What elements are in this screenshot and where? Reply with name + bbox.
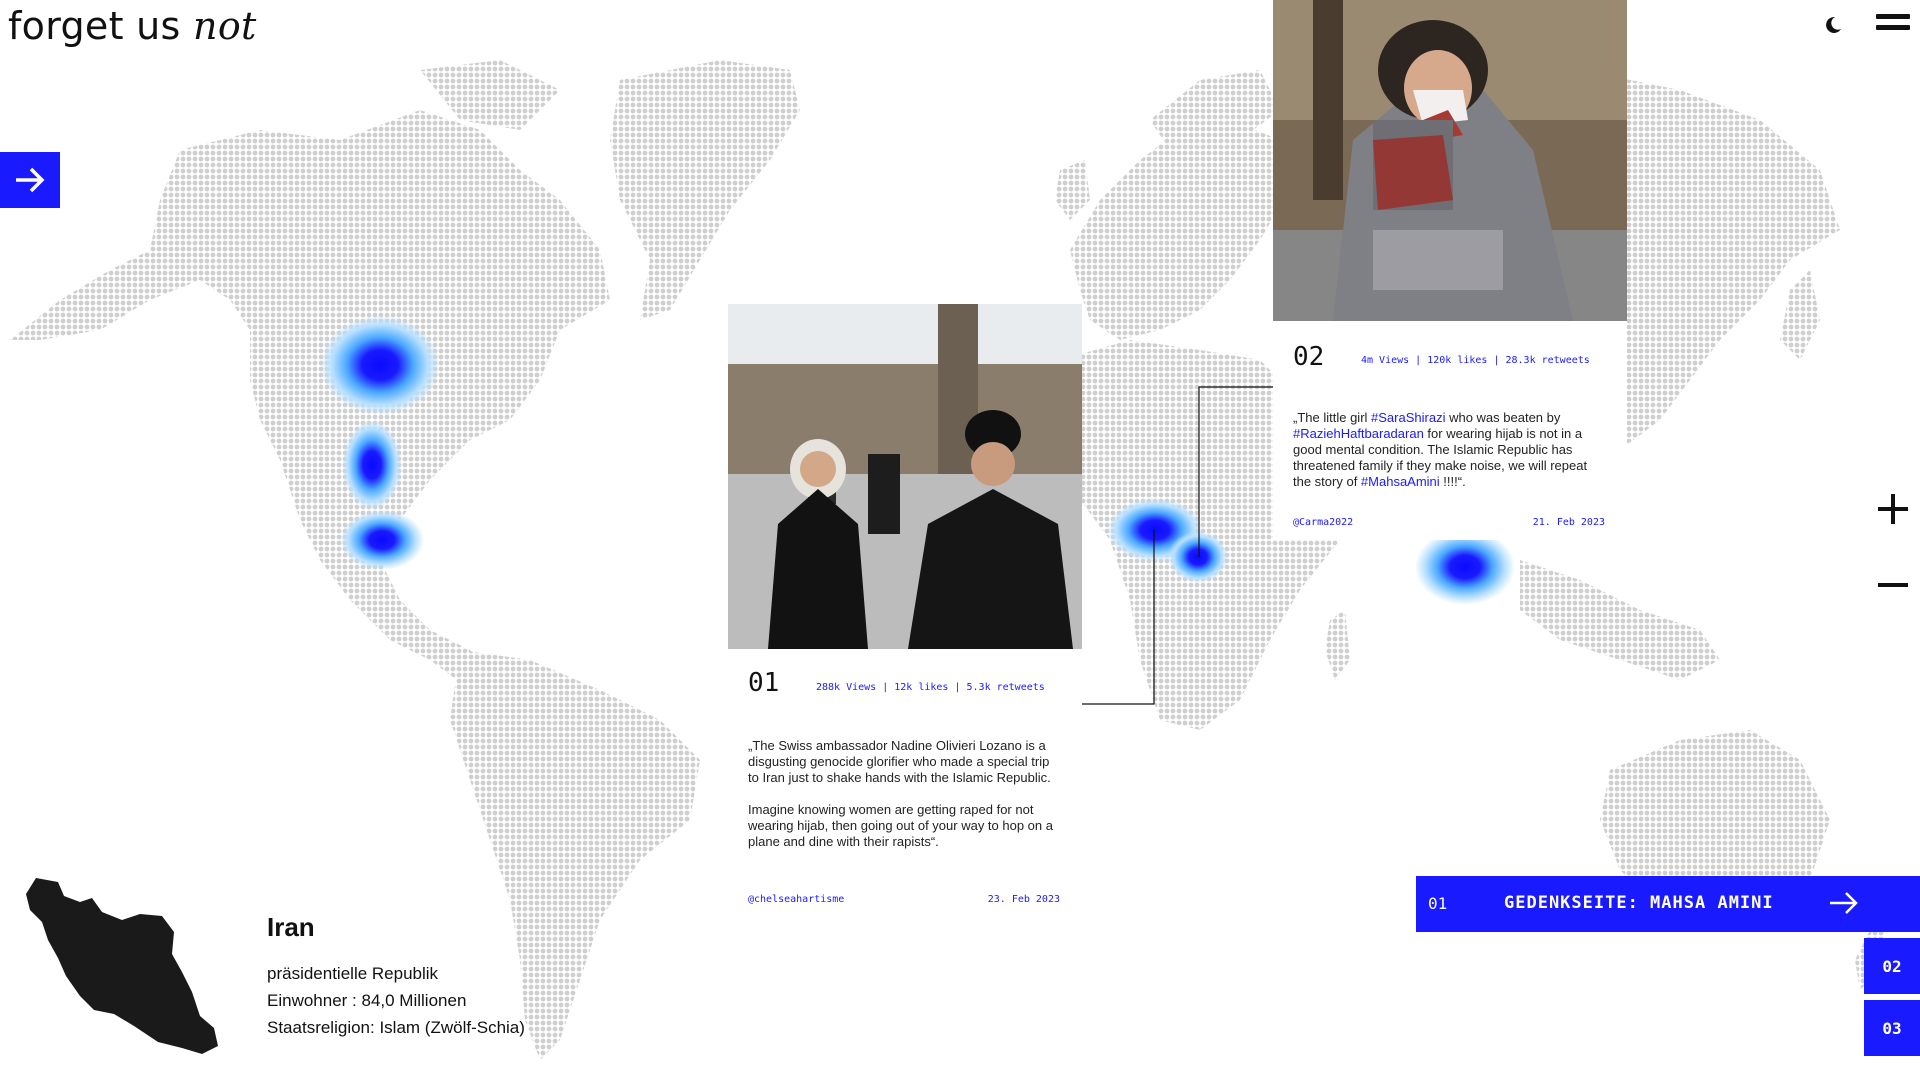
post-quote-text: !!!!“. <box>1439 474 1466 489</box>
hashtag-link[interactable]: #MahsaAmini <box>1361 474 1440 489</box>
arrow-right-icon <box>1830 892 1858 914</box>
post-quote-text: who was beaten by <box>1445 410 1561 425</box>
post-number: 01 <box>748 668 780 698</box>
post-quote: „The Swiss ambassador Nadine Olivieri Lo… <box>748 738 1060 850</box>
post-quote: „The little girl #SaraShirazi who was be… <box>1293 410 1607 490</box>
heat-spot-iran <box>1168 531 1228 583</box>
next-button[interactable] <box>0 152 60 208</box>
continent-greenland <box>610 60 800 320</box>
menu-bar <box>1876 25 1910 30</box>
zoom-out-button[interactable] <box>1874 566 1912 604</box>
post-photo-02 <box>1273 0 1627 321</box>
post-handle-link[interactable]: @chelseahartisme <box>748 894 844 905</box>
country-religion: Staatsreligion: Islam (Zwölf-Schia) <box>267 1018 525 1037</box>
logo-italic-text: not <box>193 4 257 48</box>
heat-spot-us-north <box>342 420 402 510</box>
post-stats: 4m Views | 120k likes | 28.3k retweets <box>1361 355 1590 366</box>
hashtag-link[interactable]: #RaziehHaftbaradaran <box>1293 426 1424 441</box>
post-date: 23. Feb 2023 <box>987 894 1060 905</box>
post-handle-link[interactable]: @Carma2022 <box>1293 517 1353 528</box>
post-date: 21. Feb 2023 <box>1532 517 1605 528</box>
post-quote-text: „The little girl <box>1293 410 1372 425</box>
post-card-01[interactable]: 01 288k Views | 12k likes | 5.3k retweet… <box>728 304 1082 916</box>
zoom-in-button[interactable] <box>1874 490 1912 528</box>
continent-south-america <box>450 650 700 1060</box>
memorial-label: GEDENKSEITE: MAHSA AMINI <box>1504 893 1774 913</box>
country-population: Einwohner : 84,0 Millionen <box>267 991 467 1010</box>
heat-spot-us-south <box>340 510 424 570</box>
continent-north-america <box>10 110 610 690</box>
post-quote-paragraph: Imagine knowing women are getting raped … <box>748 802 1053 849</box>
menu-bar <box>1876 14 1910 19</box>
memorial-link-02[interactable]: 02 <box>1864 938 1920 994</box>
country-government: präsidentielle Republik <box>267 964 439 983</box>
logo-text: forget us <box>8 4 181 48</box>
plus-icon <box>1878 494 1908 524</box>
post-quote-paragraph: „The Swiss ambassador Nadine Olivieri Lo… <box>748 738 1051 785</box>
menu-icon[interactable] <box>1876 14 1910 38</box>
post-card-02[interactable]: 02 4m Views | 120k likes | 28.3k retweet… <box>1273 0 1627 540</box>
memorial-link-03[interactable]: 03 <box>1864 1000 1920 1056</box>
heat-spot-canada <box>320 315 440 415</box>
country-name: Iran <box>267 912 315 942</box>
heat-spot-china <box>1415 529 1515 605</box>
hashtag-link[interactable]: #SaraShirazi <box>1371 410 1445 425</box>
app-logo[interactable]: forget us not <box>8 4 257 48</box>
moon-icon[interactable] <box>1822 14 1844 36</box>
memorial-link-mahsa-amini[interactable]: 01 GEDENKSEITE: MAHSA AMINI <box>1416 876 1920 932</box>
memorial-number: 01 <box>1428 894 1448 913</box>
post-number: 02 <box>1293 342 1325 372</box>
arrow-right-icon <box>16 167 45 193</box>
post-photo-01 <box>728 304 1082 649</box>
post-stats: 288k Views | 12k likes | 5.3k retweets <box>816 682 1045 693</box>
iran-silhouette-icon <box>26 878 218 1054</box>
